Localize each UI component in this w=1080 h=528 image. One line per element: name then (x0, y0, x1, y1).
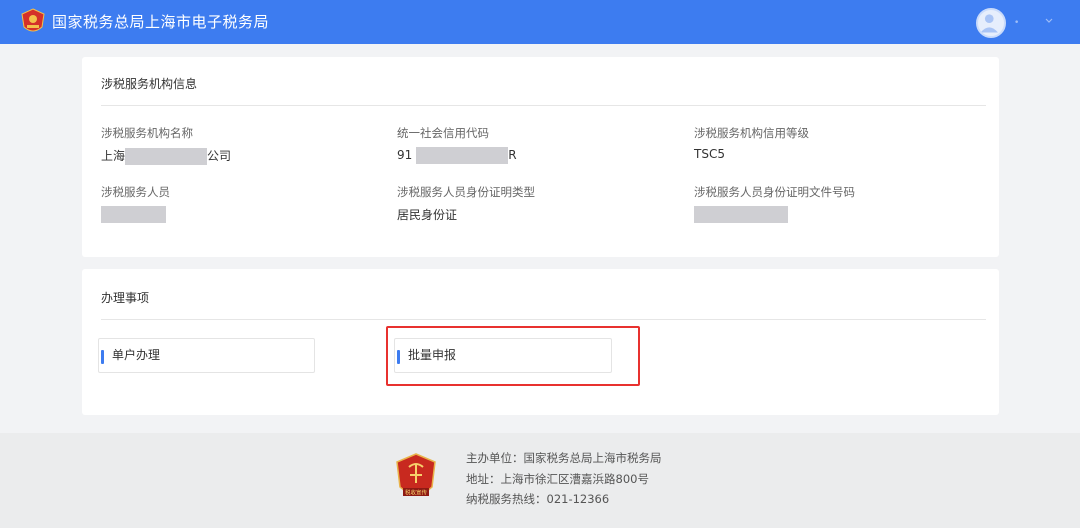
field-label: 涉税服务人员身份证明文件号码 (694, 185, 855, 199)
field-agency-name: 涉税服务机构名称 上海 公司 (101, 125, 361, 165)
field-label: 涉税服务人员 (101, 185, 170, 199)
field-label: 统一社会信用代码 (397, 126, 489, 140)
footer-hotline: 纳税服务热线：021-12366 (466, 492, 610, 506)
field-value (694, 206, 954, 223)
tax-emblem-icon (21, 8, 45, 32)
redaction-block (101, 206, 166, 223)
chevron-down-icon[interactable] (1044, 16, 1054, 26)
value-suffix: 公司 (207, 149, 232, 163)
task-label: 单户办理 (112, 348, 161, 362)
footer-sponsor: 主办单位：国家税务总局上海市税务局 (466, 451, 662, 465)
accent-bar (101, 350, 104, 364)
agency-info-title: 涉税服务机构信息 (101, 77, 198, 91)
field-value: 上海 公司 (101, 147, 361, 165)
field-credit-code: 统一社会信用代码 91 R (397, 125, 657, 164)
value-suffix: R (508, 148, 517, 162)
field-id-type: 涉税服务人员身份证明类型 居民身份证 (397, 184, 657, 223)
field-id-number: 涉税服务人员身份证明文件号码 (694, 184, 954, 223)
value-prefix: 上海 (101, 149, 126, 163)
field-value: 91 R (397, 147, 657, 164)
highlight-annotation (386, 326, 640, 386)
agency-info-card: 涉税服务机构信息 涉税服务机构名称 上海 公司 统一社会信用代码 91 R 涉税服务… (82, 57, 999, 257)
emblem-text: 税收宣传 (405, 489, 428, 497)
value-prefix: 91 (397, 148, 413, 162)
redaction-block (125, 148, 208, 165)
divider (101, 105, 986, 106)
redaction-block (694, 206, 788, 223)
site-title: 国家税务总局上海市电子税务局 (52, 13, 270, 31)
field-credit-level: 涉税服务机构信用等级 TSC5 (694, 125, 954, 164)
field-value (101, 206, 361, 223)
field-value: TSC5 (694, 147, 725, 161)
user-name[interactable]: • (1014, 18, 1019, 28)
field-label: 涉税服务机构信用等级 (694, 126, 809, 140)
redaction-block (416, 147, 509, 164)
user-avatar-icon[interactable] (976, 8, 1006, 38)
footer-address: 地址：上海市徐汇区漕嘉浜路800号 (466, 472, 649, 486)
field-label: 涉税服务人员身份证明类型 (397, 185, 535, 199)
single-handle-button[interactable]: 单户办理 (98, 338, 315, 373)
page-footer: 税收宣传 主办单位：国家税务总局上海市税务局 地址：上海市徐汇区漕嘉浜路800号… (0, 433, 1080, 528)
field-value: 居民身份证 (397, 208, 458, 222)
tax-badge-icon: 税收宣传 (396, 453, 436, 497)
top-header: 国家税务总局上海市电子税务局 • (0, 0, 1080, 44)
tasks-title: 办理事项 (101, 291, 150, 305)
divider (101, 319, 986, 320)
field-staff: 涉税服务人员 (101, 184, 361, 223)
field-label: 涉税服务机构名称 (101, 126, 193, 140)
